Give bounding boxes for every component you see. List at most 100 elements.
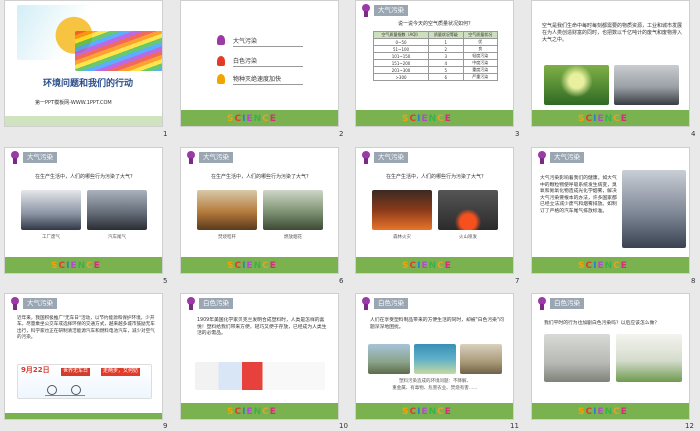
banner-label: 世界无车日 [61,368,91,376]
slide-question: 说一说今天的空气质量状况如何？ [398,21,474,27]
slide-thumbnail-3[interactable]: 大气污染 说一说今天的空气质量状况如何？ 空气质量指数（AQI） 质量状况等级 空气… [355,0,514,127]
slide-footer-bar [5,116,162,126]
slide-question: 在生产生活中，人们的哪些行为污染了大气？ [211,174,312,180]
photo-caption: 塑料污染造成的环境问题：不降解、 [399,379,471,384]
bulb-icon [11,297,19,310]
slide-body-text: 空气是我们生命中每时每刻都需要的物质资源，工业和城市发展在为人类创造财富的同时，… [542,23,683,43]
section-header: 大气污染 [374,5,408,16]
section-header: 白色污染 [374,298,408,309]
burning-straw-photo [197,190,257,230]
slide-question: 在生产生活中，人们的哪些行为污染了大气？ [35,174,136,180]
science-logo: SCIENCE [402,114,452,124]
science-logo: SCIENCE [402,261,452,271]
slide-thumbnail-4[interactable]: 空气是我们生命中每时每刻都需要的物质资源，工业和城市发展在为人类创造财富的同时，… [531,0,690,127]
factory-exhaust-photo [21,190,81,230]
slide-subtitle: 第一PPT模板网-WWW.1PPT.COM [35,100,112,106]
slide-number: 7 [515,277,520,285]
slide-thumbnail-7[interactable]: 大气污染 在生产生活中，人们的哪些行为污染了大气？ 森林火灾 火山喷发 SCIE… [355,147,514,274]
slide-thumbnail-8[interactable]: 大气污染 大气污染影响着我们的健康。如大气中的颗粒物使呼吸系统发生病变，臭氧和氮… [531,147,690,274]
drink-cup-photo [544,334,610,382]
section-header: 白色污染 [199,298,233,309]
section-header: 大气污染 [550,152,584,163]
rainbow-decoration [75,31,162,71]
volcano-eruption-photo [438,190,498,230]
factory-smoke-photo [614,65,679,105]
science-logo: SCIENCE [578,261,628,271]
bulb-icon [362,4,370,17]
slide-thumbnail-9[interactable]: 大气污染 近年来，我国积极推广"无车日"活动，以节约能源和保护环境，少开车。尽量… [4,293,163,420]
slide-thumbnail-12[interactable]: 白色污染 我们平时的行为也加剧白色污染吗？以后应该怎么做？ SCIENCE [531,293,690,420]
photo-caption: 火山喷发 [459,235,477,240]
bulb-icon [362,297,370,310]
slide-number: 4 [691,130,696,138]
science-logo: SCIENCE [578,407,628,417]
section-header: 大气污染 [23,152,57,163]
slide-number: 12 [685,422,694,430]
photo-caption: 重金属、有毒物、危害农业、焚烧有害…… [392,386,478,391]
science-logo: SCIENCE [227,114,277,124]
bulb-icon [187,297,195,310]
slide-thumbnail-10[interactable]: 白色污染 1909年美国化学家贝克兰发明合成塑料时，人类是怎样的喜悦！塑料给我们… [180,293,339,420]
slide-thumbnail-5[interactable]: 大气污染 在生产生活中，人们的哪些行为污染了大气？ 工厂废气 汽车尾气 SCIE… [4,147,163,274]
slide-number: 10 [339,422,348,430]
photo-caption: 森林火灾 [393,235,411,240]
slide-body-text: 近年来，我国积极推广"无车日"活动，以节约能源和保护环境，少开车。尽量乘坐公交车… [17,316,155,341]
slide-title: 环境问题和我们的行动 [43,79,134,89]
agenda-item-2: 白色污染 [233,58,303,67]
science-logo: SCIENCE [227,407,277,417]
slide-number: 9 [163,422,168,430]
plastic-bag-photo [616,334,682,382]
banner-slogan: 走两步，又何妨 [101,368,141,376]
slide-number: 11 [510,422,519,430]
photo-caption: 汽车尾气 [108,235,126,240]
slide-thumbnail-6[interactable]: 大气污染 在生产生活中，人们的哪些行为污染了大气？ 焚烧秸秆 燃放烟花 SCIE… [180,147,339,274]
bulb-icon [217,56,225,66]
section-header: 大气污染 [374,152,408,163]
slide-question: 我们平时的行为也加剧白色污染吗？以后应该怎么做？ [544,321,660,326]
banner-date: 9月22日 [21,366,50,374]
science-logo: SCIENCE [578,114,628,124]
forest-fire-photo [372,190,432,230]
agenda-item-3: 物种灭绝速度加快 [233,76,303,85]
photo-caption: 工厂废气 [42,235,60,240]
city-smog-gasmask-illustration [622,170,686,248]
bulb-icon [362,151,370,164]
slide-thumbnail-1[interactable]: 环境问题和我们的行动 第一PPT模板网-WWW.1PPT.COM [4,0,163,127]
slide-number: 8 [691,277,696,285]
bicycle-icon [45,382,85,396]
plastic-products-photo [195,362,325,390]
section-header: 大气污染 [199,152,233,163]
fireworks-smoke-photo [263,190,323,230]
slide-body-text: 大气污染影响着我们的健康。如大气中的颗粒物使呼吸系统发生病变，臭氧和氮氧化物造成… [540,176,617,214]
science-logo: SCIENCE [402,407,452,417]
bulb-icon [217,74,225,84]
plastic-waste-photo-1 [368,344,410,374]
slide-number: 5 [163,277,168,285]
bulb-icon [217,35,225,45]
slide-number: 6 [339,277,344,285]
photo-caption: 焚烧秸秆 [218,235,236,240]
aqi-table: 空气质量指数（AQI） 质量状况等级 空气质量状况 0~50 1 优 51~100 2 良 … [372,31,499,81]
bulb-icon [538,297,546,310]
section-header: 大气污染 [23,298,57,309]
slide-body-text: 人们在享受塑料制品带来的方便生活的同时，却被"白色污染"问题深深地困扰。 [370,318,504,330]
plastic-waste-photo-3 [460,344,502,374]
bulb-icon [187,151,195,164]
science-logo: SCIENCE [51,261,101,271]
slide-number: 2 [339,130,344,138]
slide-thumbnail-2[interactable]: 大气污染 白色污染 物种灭绝速度加快 SCIENCE [180,0,339,127]
photo-caption: 燃放烟花 [284,235,302,240]
agenda-item-1: 大气污染 [233,38,303,47]
bulb-icon [11,151,19,164]
plastic-waste-photo-2 [414,344,456,374]
car-exhaust-photo [87,190,147,230]
slide-sorter-grid: 环境问题和我们的行动 第一PPT模板网-WWW.1PPT.COM 1 大气污染 … [0,0,700,431]
forest-photo [544,65,609,105]
section-header: 白色污染 [550,298,584,309]
slide-footer-bar [5,413,162,419]
bulb-icon [538,151,546,164]
slide-body-text: 1909年美国化学家贝克兰发明合成塑料时，人类是怎样的喜悦！塑料给我们带来方便，… [197,318,327,337]
slide-thumbnail-11[interactable]: 白色污染 人们在享受塑料制品带来的方便生活的同时，却被"白色污染"问题深深地困扰… [355,293,514,420]
slide-number: 1 [163,130,168,138]
science-logo: SCIENCE [227,261,277,271]
